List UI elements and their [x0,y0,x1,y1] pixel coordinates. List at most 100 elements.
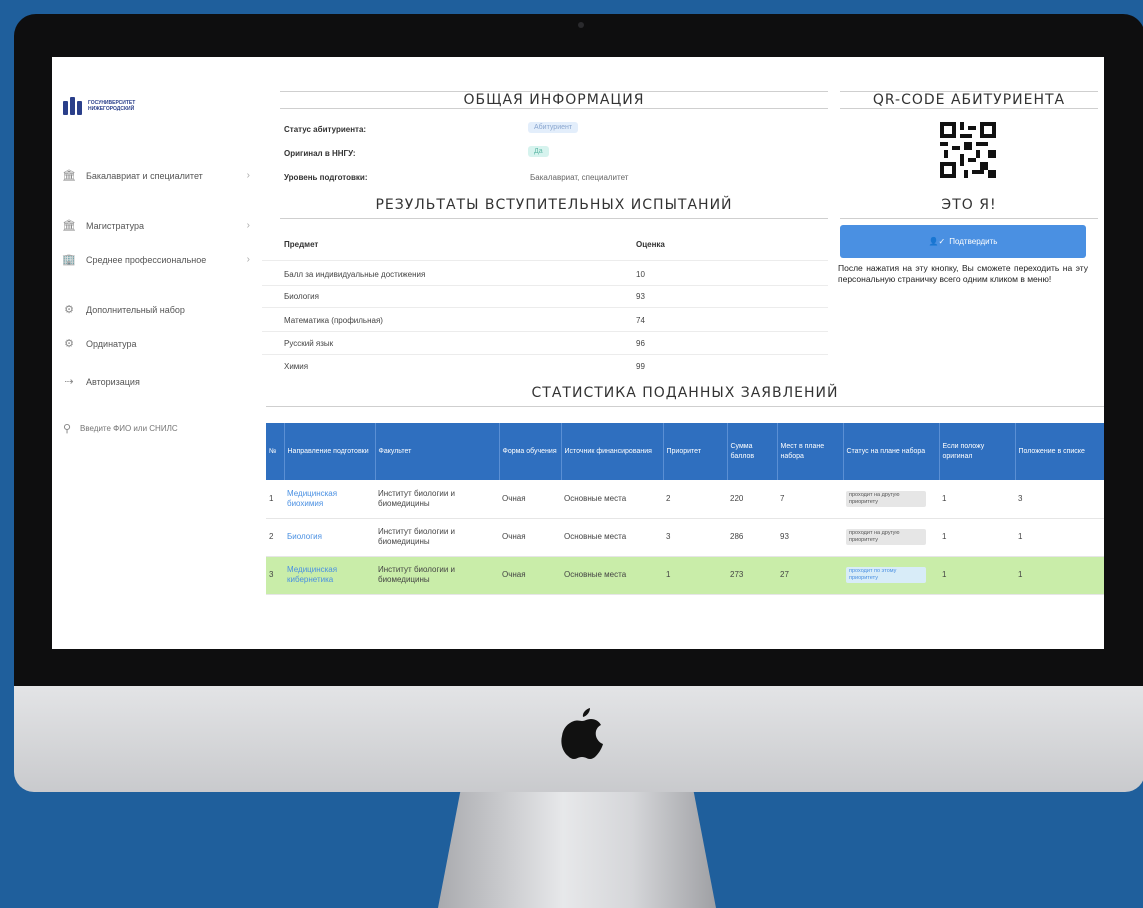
search-icon: ⚲ [62,423,72,435]
applications-table: № Направление подготовки Факультет Форма… [266,423,1104,595]
user-check-icon: 👤✓ [928,237,946,246]
general-info-title: ОБЩАЯ ИНФОРМАЦИЯ [280,91,828,109]
col-header[interactable]: Положение в списке [1015,423,1104,480]
cell-position: 3 [1015,480,1104,519]
result-score: 99 [636,362,645,371]
results-divider [262,307,828,308]
cell-number: 3 [266,556,284,595]
chevron-right-icon: › [246,254,250,265]
result-subject: Математика (профильная) [284,316,383,325]
cell-form: Очная [499,556,561,595]
cell-source: Основные места [561,480,663,519]
cell-if-original: 1 [939,518,1015,557]
col-header[interactable]: Форма обучения [499,423,562,480]
col-header[interactable]: Статус на плане набора [843,423,940,480]
sidebar: ГОСУНИВЕРСИТЕТ НИЖЕГОРОДСКИЙ 🏛 Бакалаври… [52,57,262,649]
sidebar-item-label: Авторизация [86,376,140,387]
result-score: 74 [636,316,645,325]
gear-icon: ⚙ [64,338,74,350]
cell-faculty: Институт биологии и биомедицины [375,480,499,519]
col-header[interactable]: Направление подготовки [284,423,376,480]
cell-status: проходит на другую приоритету [843,518,939,557]
search-input[interactable] [80,424,240,433]
cell-form: Очная [499,480,561,519]
apple-logo-icon [561,708,603,759]
sidebar-item-label: Среднее профессиональное [86,254,207,265]
level-label: Уровень подготовки: [284,173,368,182]
col-header[interactable]: Если положу оригинал [939,423,1016,480]
results-divider [262,331,828,332]
university-icon: 🏛 [62,220,76,232]
logo-text-line2: НИЖЕГОРОДСКИЙ [88,106,135,112]
cell-places: 7 [777,480,843,519]
results-title: РЕЗУЛЬТАТЫ ВСТУПИТЕЛЬНЫХ ИСПЫТАНИЙ [280,197,828,219]
result-subject: Химия [284,362,309,371]
result-score: 10 [636,270,645,279]
cell-position: 1 [1015,556,1104,595]
col-header[interactable]: Мест в плане набора [777,423,844,480]
cell-faculty: Институт биологии и биомедицины [375,518,499,557]
login-icon: ⇢ [64,376,74,388]
status-label: Статус абитуриента: [284,125,367,134]
results-divider [262,354,828,355]
col-header[interactable]: Источник финансирования [561,423,664,480]
sidebar-item-residency[interactable]: ⚙ Ординатура [60,337,250,350]
original-badge: Да [528,146,549,157]
table-header-row: № Направление подготовки Факультет Форма… [266,423,1104,480]
university-icon: 🏛 [62,170,76,182]
direction-link[interactable]: Медицинская биохимия [284,480,375,519]
chevron-right-icon: › [246,220,250,231]
col-header[interactable]: Приоритет [663,423,728,480]
direction-link[interactable]: Медицинская кибернетика [284,556,375,595]
sidebar-item-login[interactable]: ⇢ Авторизация [60,375,250,388]
monitor-stand [438,792,716,908]
sidebar-item-label: Бакалавриат и специалитет [86,170,203,181]
sidebar-item-bachelor[interactable]: 🏛 Бакалавриат и специалитет › [60,169,250,182]
results-divider [262,260,828,261]
direction-link[interactable]: Биология [284,518,375,557]
building-icon: 🏢 [62,254,76,266]
confirm-button[interactable]: 👤✓ Подтвердить [840,225,1086,258]
qr-code-image [940,122,996,178]
sidebar-item-vocational[interactable]: 🏢 Среднее профессиональное › [60,253,250,266]
table-row-highlighted: 3 Медицинская кибернетика Институт биоло… [266,556,1104,595]
cell-position: 1 [1015,518,1104,557]
cell-if-original: 1 [939,556,1015,595]
result-score: 93 [636,292,645,301]
table-row: 2 Биология Институт биологии и биомедици… [266,518,1104,557]
cell-number: 2 [266,518,284,557]
result-score: 96 [636,339,645,348]
cell-sum: 220 [727,480,777,519]
cell-source: Основные места [561,518,663,557]
logo-mark-icon [63,97,82,115]
cell-sum: 273 [727,556,777,595]
confirm-note: После нажатия на эту кнопку, Вы сможете … [838,263,1088,284]
webcam-icon [578,22,584,28]
status-chip: проходит по этому приоритету [846,567,926,583]
chevron-right-icon: › [246,170,250,181]
cell-places: 27 [777,556,843,595]
sidebar-item-additional[interactable]: ⚙ Дополнительный набор [60,303,250,316]
cell-sum: 286 [727,518,777,557]
sidebar-item-master[interactable]: 🏛 Магистратура › [60,219,250,232]
cell-priority: 3 [663,518,727,557]
result-subject: Русский язык [284,339,334,348]
cell-number: 1 [266,480,284,519]
results-score-header: Оценка [636,240,665,249]
col-header[interactable]: № [266,423,285,480]
status-chip: проходит на другую приоритету [846,490,926,507]
university-logo[interactable]: ГОСУНИВЕРСИТЕТ НИЖЕГОРОДСКИЙ [63,97,135,115]
original-label: Оригинал в ННГУ: [284,149,356,158]
cell-priority: 1 [663,556,727,595]
results-divider [262,285,828,286]
stats-title: СТАТИСТИКА ПОДАННЫХ ЗАЯВЛЕНИЙ [266,385,1104,407]
level-value: Бакалавриат, специалитет [530,173,629,182]
result-subject: Биология [284,292,319,301]
cell-if-original: 1 [939,480,1015,519]
col-header[interactable]: Факультет [375,423,500,480]
results-subject-header: Предмет [284,240,319,249]
browser-screen: ГОСУНИВЕРСИТЕТ НИЖЕГОРОДСКИЙ 🏛 Бакалаври… [52,57,1104,649]
table-row: 1 Медицинская биохимия Институт биологии… [266,480,1104,519]
col-header[interactable]: Сумма баллов [727,423,778,480]
sidebar-item-label: Магистратура [86,220,144,231]
